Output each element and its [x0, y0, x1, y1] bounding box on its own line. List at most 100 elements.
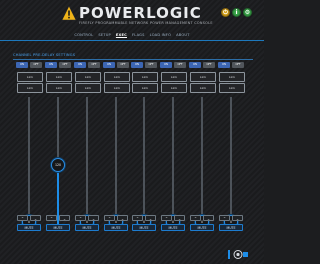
tab-about[interactable]: ABOUT	[176, 31, 190, 39]
channel-link-field-2[interactable]: Link	[17, 83, 43, 93]
channel-off-button[interactable]: OFF	[88, 62, 100, 68]
fader-track[interactable]	[143, 97, 145, 227]
channel-step-buttons: ⌃ ⌄	[104, 215, 128, 221]
mute-button[interactable]: MUTE	[190, 224, 214, 231]
channel-step-buttons: ⌃ ⌄	[219, 215, 243, 221]
info-icon[interactable]: i	[232, 8, 241, 17]
chevron-down-icon[interactable]: ⌄	[145, 215, 156, 221]
channel-strip-3: ON OFF Link Link 0 ⌃ ⌄ MUTE	[74, 62, 101, 242]
channel-step-buttons: ⌃ ⌄	[17, 215, 41, 221]
mute-button[interactable]: MUTE	[75, 224, 99, 231]
channel-toggle-row: ON OFF	[103, 62, 129, 68]
channel-step-buttons: ⌃ ⌄	[75, 215, 99, 221]
fader-track[interactable]	[230, 97, 232, 227]
channel-link-field-2[interactable]: Link	[46, 83, 72, 93]
channel-link-field-2[interactable]: Link	[132, 83, 158, 93]
channel-off-button[interactable]: OFF	[59, 62, 71, 68]
tab-load-info[interactable]: LOAD INFO	[150, 31, 171, 39]
channel-on-button[interactable]: ON	[131, 62, 143, 68]
tab-exec[interactable]: EXEC	[116, 31, 127, 39]
channel-off-button[interactable]: OFF	[174, 62, 186, 68]
channel-link-field-2[interactable]: Link	[161, 83, 187, 93]
channel-link-field[interactable]: Link	[161, 72, 187, 82]
channel-toggle-row: ON OFF	[189, 62, 215, 68]
channel-link-field[interactable]: Link	[75, 72, 101, 82]
tab-flags[interactable]: FLAGS	[132, 31, 145, 39]
nav-divider	[0, 40, 264, 41]
channel-link-field[interactable]: Link	[104, 72, 130, 82]
channel-on-button[interactable]: ON	[103, 62, 115, 68]
brand-tagline: FIREFLY PROGRAMMABLE NETWORK POWER MANAG…	[79, 21, 213, 25]
chevron-up-icon[interactable]: ⌃	[75, 215, 86, 221]
settings-icon[interactable]: ⚙	[243, 8, 252, 17]
channel-on-button[interactable]: ON	[189, 62, 201, 68]
channel-on-button[interactable]: ON	[218, 62, 230, 68]
chevron-up-icon[interactable]: ⌃	[190, 215, 201, 221]
warning-logo-icon	[61, 5, 77, 21]
channel-strip-1: ON OFF Link Link 0 ⌃ ⌄ MUTE	[16, 62, 43, 242]
chevron-down-icon[interactable]: ⌄	[232, 215, 243, 221]
channel-link-field[interactable]: Link	[17, 72, 43, 82]
channel-strip-8: ON OFF Link Link 0 ⌃ ⌄ MUTE	[218, 62, 245, 242]
fader-track[interactable]	[115, 97, 117, 227]
tab-setup[interactable]: SETUP	[98, 31, 111, 39]
chevron-down-icon[interactable]: ⌄	[203, 215, 214, 221]
mute-button[interactable]: MUTE	[219, 224, 243, 231]
chevron-down-icon[interactable]: ⌄	[88, 215, 99, 221]
channel-off-button[interactable]: OFF	[232, 62, 244, 68]
channel-strip-5: ON OFF Link Link 0 ⌃ ⌄ MUTE	[131, 62, 158, 242]
chevron-down-icon[interactable]: ⌄	[30, 215, 41, 221]
channel-step-buttons: ⌃ ⌄	[161, 215, 185, 221]
channel-toggle-row: ON OFF	[74, 62, 100, 68]
chevron-down-icon[interactable]: ⌄	[174, 215, 185, 221]
chevron-up-icon[interactable]: ⌃	[104, 215, 115, 221]
chevron-up-icon[interactable]: ⌃	[46, 215, 57, 221]
power-icon[interactable]: ⏻	[221, 8, 230, 17]
mute-button[interactable]: MUTE	[17, 224, 41, 231]
channel-on-button[interactable]: ON	[74, 62, 86, 68]
channel-off-button[interactable]: OFF	[117, 62, 129, 68]
channel-off-button[interactable]: OFF	[30, 62, 42, 68]
channel-strip-2: ON OFF Link Link 120 ⌃ ⌄ MUTE	[45, 62, 72, 242]
fader-track[interactable]	[172, 97, 174, 227]
channel-on-button[interactable]: ON	[160, 62, 172, 68]
app-root: POWERLOGIC FIREFLY PROGRAMMABLE NETWORK …	[0, 0, 264, 264]
channel-link-field-2[interactable]: Link	[219, 83, 245, 93]
chevron-up-icon[interactable]: ⌃	[161, 215, 172, 221]
channel-link-field-2[interactable]: Link	[75, 83, 101, 93]
chevron-up-icon[interactable]: ⌃	[219, 215, 230, 221]
channel-link-field[interactable]: Link	[132, 72, 158, 82]
channel-strip-4: ON OFF Link Link 0 ⌃ ⌄ MUTE	[103, 62, 130, 242]
channel-strip-7: ON OFF Link Link 0 ⌃ ⌄ MUTE	[189, 62, 216, 242]
channel-on-button[interactable]: ON	[16, 62, 28, 68]
channel-link-field-2[interactable]: Link	[104, 83, 130, 93]
channel-link-field[interactable]: Link	[219, 72, 245, 82]
channel-toggle-row: ON OFF	[131, 62, 157, 68]
fader-track[interactable]	[28, 97, 30, 227]
chevron-up-icon[interactable]: ⌃	[132, 215, 143, 221]
fader-track[interactable]	[86, 97, 88, 227]
fader-track[interactable]	[201, 97, 203, 227]
footer-brand-icon	[228, 250, 248, 259]
channel-link-field[interactable]: Link	[190, 72, 216, 82]
chevron-up-icon[interactable]: ⌃	[17, 215, 28, 221]
chevron-down-icon[interactable]: ⌄	[59, 215, 70, 221]
fader-knob[interactable]: 120	[51, 158, 65, 173]
mute-button[interactable]: MUTE	[161, 224, 185, 231]
channel-on-button[interactable]: ON	[45, 62, 57, 68]
channel-toggle-row: ON OFF	[160, 62, 186, 68]
channel-link-field-2[interactable]: Link	[190, 83, 216, 93]
mute-button[interactable]: MUTE	[104, 224, 128, 231]
mute-button[interactable]: MUTE	[46, 224, 70, 231]
channel-toggle-row: ON OFF	[218, 62, 244, 68]
main-nav: CONTROL SETUP EXEC FLAGS LOAD INFO ABOUT	[0, 31, 264, 39]
channel-off-button[interactable]: OFF	[203, 62, 215, 68]
channel-off-button[interactable]: OFF	[145, 62, 157, 68]
section-divider	[13, 59, 253, 60]
tab-control[interactable]: CONTROL	[74, 31, 93, 39]
channel-strip-6: ON OFF Link Link 0 ⌃ ⌄ MUTE	[160, 62, 187, 242]
mute-button[interactable]: MUTE	[132, 224, 156, 231]
channel-link-field[interactable]: Link	[46, 72, 72, 82]
header: POWERLOGIC FIREFLY PROGRAMMABLE NETWORK …	[0, 0, 264, 30]
chevron-down-icon[interactable]: ⌄	[117, 215, 128, 221]
